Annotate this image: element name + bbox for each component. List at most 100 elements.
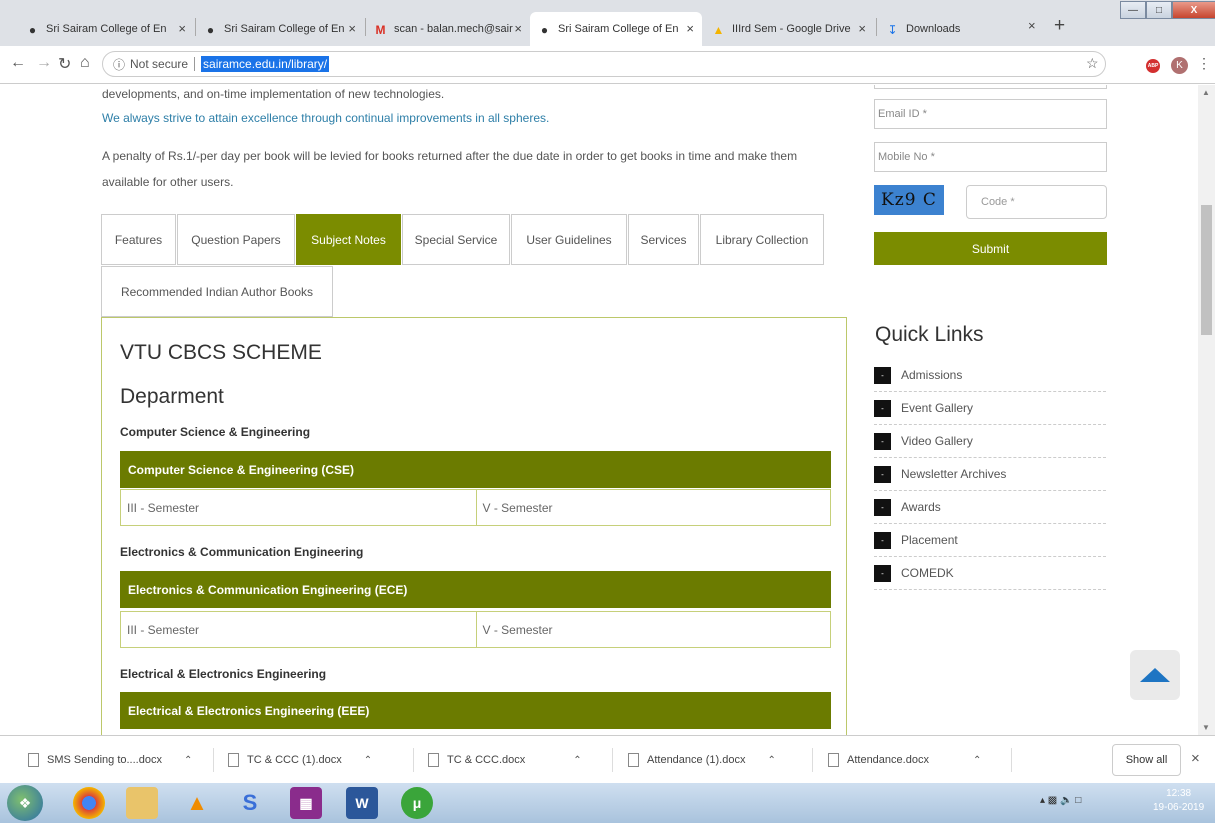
semester-link[interactable]: V - Semester (475, 490, 831, 525)
browser-tab[interactable]: ● Sri Sairam College of En × (196, 12, 364, 46)
forward-button[interactable]: → (36, 54, 52, 72)
quick-link-admissions[interactable]: - Admissions (874, 359, 1106, 392)
profile-avatar[interactable]: K (1171, 57, 1188, 74)
quick-link-awards[interactable]: - Awards (874, 491, 1106, 524)
quick-link-video-gallery[interactable]: - Video Gallery (874, 425, 1106, 458)
winrar-icon[interactable]: ▦ (290, 787, 322, 819)
quick-link-event-gallery[interactable]: - Event Gallery (874, 392, 1106, 425)
scroll-down-arrow-icon[interactable]: ▼ (1202, 723, 1210, 732)
system-tray[interactable]: ▴ ▩ 🔈 □ (1040, 795, 1081, 806)
semester-link[interactable]: V - Semester (475, 612, 831, 647)
back-button[interactable]: ← (10, 54, 26, 72)
close-icon[interactable]: × (858, 21, 866, 36)
quick-link-comedk[interactable]: - COMEDK (874, 557, 1106, 590)
quick-link-newsletter-archives[interactable]: - Newsletter Archives (874, 458, 1106, 491)
scroll-thumb[interactable] (1201, 205, 1212, 335)
address-bar[interactable]: ⓘ Not secure sairamce.edu.in/library/ (102, 51, 1106, 77)
department-title: Electrical & Electronics Engineering (120, 667, 327, 681)
tab-subject-notes[interactable]: Subject Notes (296, 214, 401, 265)
download-item[interactable]: Attendance (1).docx ⌃ (628, 736, 776, 784)
penalty-text: A penalty of Rs.1/-per day per book will… (102, 149, 798, 163)
chrome-icon[interactable] (73, 787, 105, 819)
download-filename: TC & CCC (1).docx (247, 754, 342, 766)
browser-tab[interactable]: M scan - balan.mech@sair × (366, 12, 530, 46)
utorrent-icon[interactable]: μ (401, 787, 433, 819)
document-icon (428, 753, 439, 767)
divider (194, 57, 196, 71)
browser-tab-active[interactable]: ● Sri Sairam College of En × (530, 12, 702, 46)
browser-tab[interactable]: ↧ Downloads (878, 12, 998, 46)
download-icon: ↧ (887, 22, 898, 37)
close-icon[interactable]: × (514, 21, 522, 36)
back-to-top-button[interactable] (1130, 650, 1180, 700)
bookmark-star-icon[interactable]: ☆ (1086, 55, 1099, 72)
quick-links-title: Quick Links (875, 323, 984, 346)
word-icon[interactable]: W (346, 787, 378, 819)
chevron-up-icon[interactable]: ⌃ (767, 755, 775, 766)
department-title: Electronics & Communication Engineering (120, 545, 364, 559)
home-button[interactable]: ⌂ (80, 54, 90, 72)
scroll-up-arrow-icon[interactable]: ▲ (1202, 88, 1210, 97)
url-text[interactable]: sairamce.edu.in/library/ (201, 56, 330, 72)
minimize-button[interactable]: — (1120, 1, 1146, 19)
submit-button[interactable]: Submit (874, 232, 1107, 265)
download-item[interactable]: TC & CCC.docx ⌃ (428, 736, 582, 784)
window-close-button[interactable]: X (1172, 1, 1215, 19)
semester-link[interactable]: III - Semester (121, 612, 476, 647)
maximize-button[interactable]: □ (1146, 1, 1172, 19)
browser-tab[interactable]: ▲ IIIrd Sem - Google Drive × (704, 12, 874, 46)
tab-user-guidelines[interactable]: User Guidelines (511, 214, 627, 265)
close-icon[interactable]: × (178, 21, 186, 36)
department-bar[interactable]: Computer Science & Engineering (CSE) (120, 451, 831, 488)
quick-link-label: Newsletter Archives (901, 467, 1007, 481)
department-title: Computer Science & Engineering (120, 425, 311, 439)
quick-link-label: Event Gallery (901, 401, 974, 415)
tab-recommended-indian-author-books[interactable]: Recommended Indian Author Books (101, 266, 333, 317)
adblock-extension-icon[interactable]: ABP (1146, 59, 1160, 73)
document-icon (828, 753, 839, 767)
show-all-button[interactable]: Show all (1112, 744, 1181, 776)
quick-link-label: Awards (901, 500, 941, 514)
browser-tab[interactable]: ● Sri Sairam College of En × (18, 12, 194, 46)
download-item[interactable]: SMS Sending to....docx ⌃ (28, 736, 192, 784)
tab-special-service[interactable]: Special Service (402, 214, 510, 265)
semester-link[interactable]: III - Semester (121, 490, 476, 525)
quick-link-placement[interactable]: - Placement (874, 524, 1106, 557)
close-icon[interactable]: × (348, 21, 356, 36)
bullet-icon: - (874, 531, 891, 549)
close-icon[interactable]: × (1028, 18, 1036, 33)
gmail-icon: M (375, 22, 386, 37)
download-filename: Attendance (1).docx (647, 754, 746, 766)
browser-tab-title: Sri Sairam College of En (224, 23, 345, 35)
start-button[interactable]: ❖ (7, 785, 43, 821)
mobile-field[interactable]: Mobile No * (874, 142, 1107, 172)
browser-tab-title: IIIrd Sem - Google Drive (732, 23, 851, 35)
tab-library-collection[interactable]: Library Collection (700, 214, 824, 265)
email-field[interactable]: Email ID * (874, 99, 1107, 129)
file-explorer-icon[interactable] (126, 787, 158, 819)
browser-tab-title: Sri Sairam College of En (46, 23, 167, 35)
chevron-up-icon[interactable]: ⌃ (973, 755, 981, 766)
captcha-code-field[interactable]: Code * (966, 185, 1107, 219)
page-scrollbar[interactable]: ▲ ▼ (1198, 85, 1215, 735)
close-icon[interactable]: × (686, 21, 694, 36)
department-bar[interactable]: Electrical & Electronics Engineering (EE… (120, 692, 831, 729)
menu-icon[interactable]: ⋮ (1197, 55, 1211, 72)
download-item[interactable]: TC & CCC (1).docx ⌃ (228, 736, 372, 784)
info-icon[interactable]: ⓘ (113, 56, 125, 73)
tab-services[interactable]: Services (628, 214, 699, 265)
department-bar[interactable]: Electronics & Communication Engineering … (120, 571, 831, 608)
reload-button[interactable]: ↻ (58, 54, 71, 74)
tab-question-papers[interactable]: Question Papers (177, 214, 295, 265)
new-tab-button[interactable]: + (1054, 15, 1065, 37)
scheme-heading: VTU CBCS SCHEME (120, 341, 322, 364)
close-icon[interactable]: × (1191, 750, 1200, 767)
media-player-icon[interactable]: S (234, 787, 266, 819)
vlc-icon[interactable]: ▲ (181, 787, 213, 819)
chevron-up-icon[interactable]: ⌃ (573, 755, 581, 766)
chevron-up-icon[interactable]: ⌃ (184, 755, 192, 766)
download-item[interactable]: Attendance.docx ⌃ (828, 736, 981, 784)
chevron-up-icon[interactable]: ⌃ (364, 755, 372, 766)
taskbar-clock[interactable]: 12:38 19-06-2019 (1153, 787, 1204, 815)
tab-features[interactable]: Features (101, 214, 176, 265)
